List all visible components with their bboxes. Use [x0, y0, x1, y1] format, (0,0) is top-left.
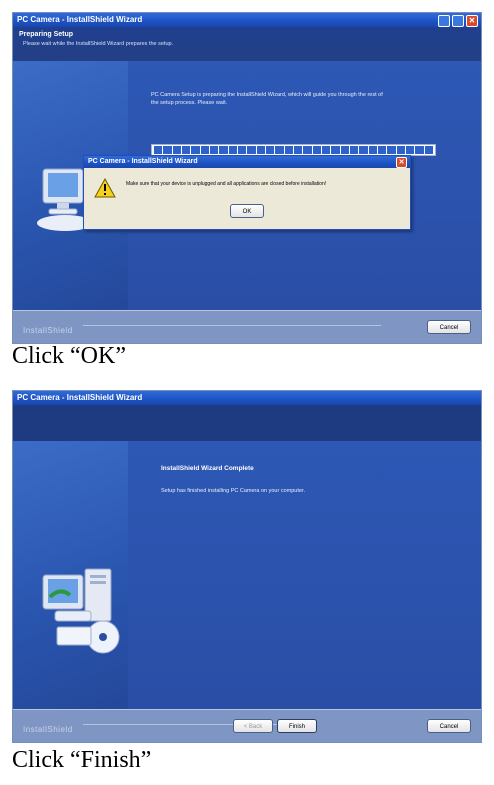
- installshield-brand: InstallShield: [23, 725, 73, 734]
- installshield-brand: InstallShield: [23, 326, 73, 335]
- wizard-footer: InstallShield < Back Finish Cancel: [13, 709, 481, 742]
- dialog-message: Make sure that your device is unplugged …: [126, 181, 327, 187]
- computer-with-cd-icon: [42, 568, 120, 654]
- window-titlebar: PC Camera - InstallShield Wizard: [13, 391, 481, 405]
- window-titlebar: PC Camera - InstallShield Wizard ✕: [13, 13, 481, 27]
- instruction-caption-finish: Click “Finish”: [12, 747, 152, 773]
- installer-screenshot-preparing: PC Camera - InstallShield Wizard ✕ Prepa…: [12, 12, 482, 344]
- dialog-close-button[interactable]: ✕: [396, 157, 407, 168]
- close-button[interactable]: ✕: [466, 15, 478, 27]
- warning-icon: [94, 178, 116, 198]
- preparing-text-line1: PC Camera Setup is preparing the Install…: [151, 92, 383, 98]
- header-title: Preparing Setup: [19, 31, 74, 38]
- window-title: PC Camera - InstallShield Wizard: [17, 393, 143, 402]
- ok-button[interactable]: OK: [230, 204, 264, 218]
- cancel-button[interactable]: Cancel: [427, 320, 471, 334]
- wizard-footer: InstallShield Cancel: [13, 310, 481, 343]
- complete-text: Setup has finished installing PC Camera …: [161, 488, 305, 494]
- cancel-button[interactable]: Cancel: [427, 719, 471, 733]
- preparing-text-line2: the setup process. Please wait.: [151, 100, 228, 106]
- minimize-button[interactable]: [438, 15, 450, 27]
- header-subtitle: Please wait while the InstallShield Wiza…: [23, 41, 174, 47]
- warning-dialog: PC Camera - InstallShield Wizard ✕ Make …: [83, 155, 411, 230]
- back-button[interactable]: < Back: [233, 719, 273, 733]
- wizard-header: [13, 405, 481, 441]
- instruction-caption-ok: Click “OK”: [12, 343, 126, 369]
- window-title: PC Camera - InstallShield Wizard: [17, 15, 143, 24]
- preparing-text: PC Camera Setup is preparing the Install…: [151, 91, 451, 107]
- finish-button[interactable]: Finish: [277, 719, 317, 733]
- dialog-titlebar: PC Camera - InstallShield Wizard ✕: [84, 156, 410, 168]
- wizard-right-panel: [128, 441, 481, 710]
- footer-divider: [83, 325, 381, 326]
- maximize-button[interactable]: [452, 15, 464, 27]
- dialog-title: PC Camera - InstallShield Wizard: [88, 158, 198, 165]
- complete-title: InstallShield Wizard Complete: [161, 465, 254, 472]
- installer-screenshot-complete: PC Camera - InstallShield Wizard Install…: [12, 390, 482, 743]
- wizard-header: Preparing Setup Please wait while the In…: [13, 27, 481, 61]
